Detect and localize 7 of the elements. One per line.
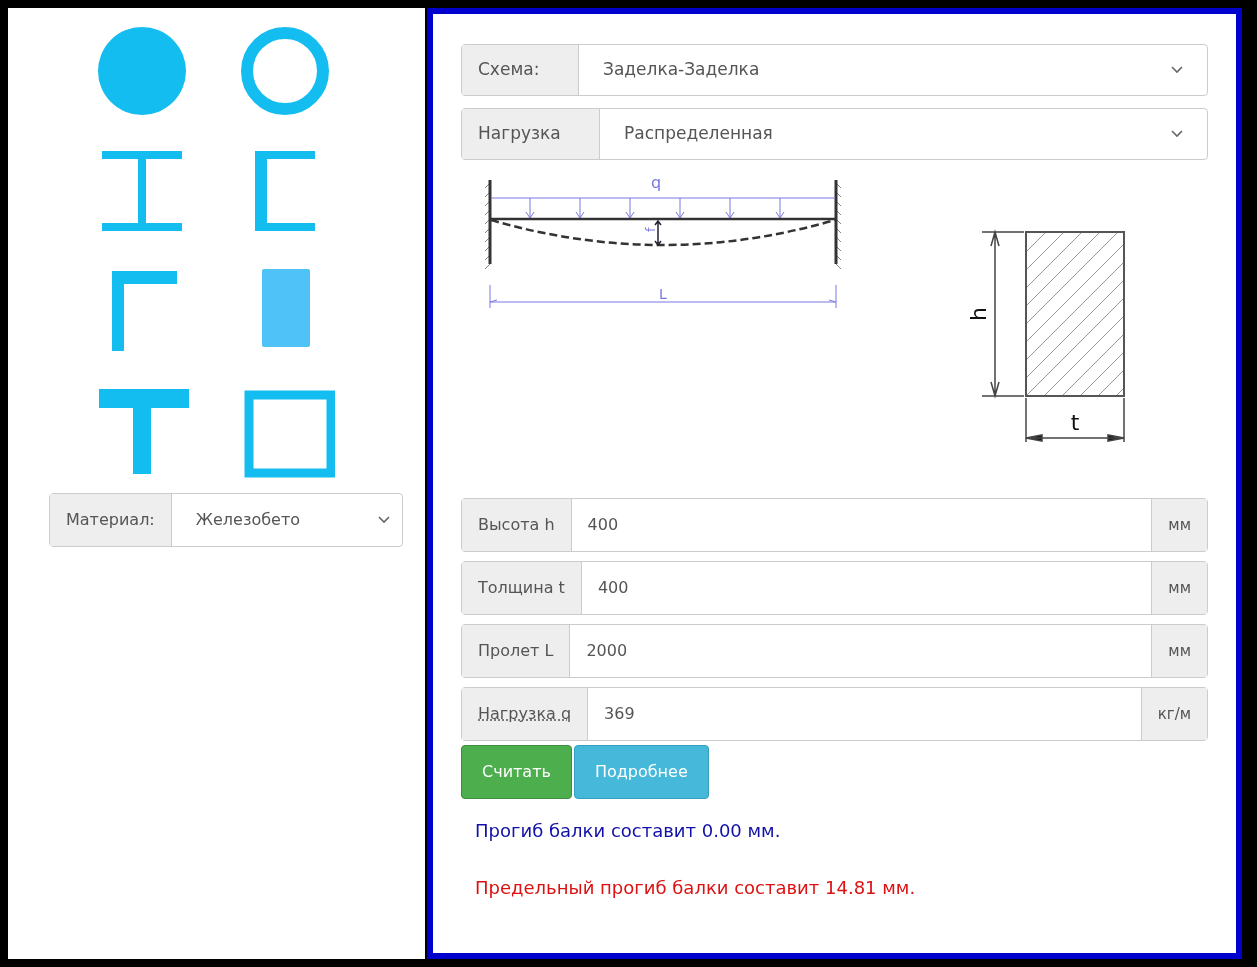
material-dropdown[interactable]: Железобето (171, 494, 402, 546)
cross-section-diagram: h t (962, 212, 1152, 442)
chevron-down-icon (378, 516, 390, 524)
beam-diagram: f q L (483, 172, 853, 322)
field-label: Материал: (50, 494, 172, 546)
result-text: Предельный прогиб балки составит 14.81 мм. (475, 876, 917, 900)
result-text: Прогиб балки составит 0.00 мм. (475, 819, 782, 843)
